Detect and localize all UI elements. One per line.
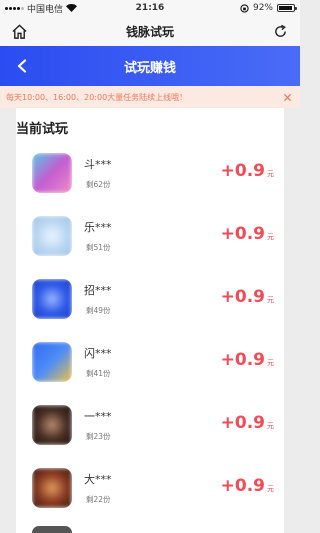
page-header: 试玩赚钱 — [0, 46, 300, 86]
app-icon — [32, 153, 72, 193]
app-name: 一*** — [84, 410, 112, 423]
reward-amount: +0.9 — [220, 350, 265, 370]
reward: +0.9 元 — [221, 350, 274, 370]
reward: +0.9 元 — [221, 224, 274, 244]
app-name: 乐*** — [84, 221, 112, 234]
app-remaining: 剩51份 — [86, 243, 111, 252]
wifi-icon — [66, 4, 78, 12]
app-remaining: 剩62份 — [86, 180, 111, 189]
reward-unit: 元 — [267, 485, 274, 493]
app-remaining: 剩49份 — [86, 306, 111, 315]
list-item[interactable]: 闪*** 剩41份 +0.9 元 — [16, 329, 284, 392]
page-title: 试玩赚钱 — [123, 60, 176, 76]
reward: +0.9 元 — [221, 476, 274, 496]
back-chevron-icon[interactable] — [10, 54, 34, 78]
reward-amount: +0.9 — [220, 224, 265, 244]
browser-bar: 钱脉试玩 — [0, 16, 300, 46]
reward-amount: +0.9 — [220, 413, 265, 433]
app-list: 斗*** 剩62份 +0.9 元 乐*** 剩51份 +0.9 元 招*** 剩49… — [16, 140, 284, 518]
reward-amount: +0.9 — [220, 287, 265, 307]
app-remaining: 剩41份 — [86, 369, 111, 378]
browser-title: 钱脉试玩 — [125, 24, 174, 39]
reward-unit: 元 — [267, 422, 274, 430]
app-name: 斗*** — [84, 158, 112, 171]
reward: +0.9 元 — [221, 161, 274, 181]
app-icon — [32, 279, 72, 319]
app-icon — [32, 342, 72, 382]
reward: +0.9 元 — [221, 413, 274, 433]
carrier-label: 中国电信 — [27, 4, 64, 15]
list-item[interactable]: 大*** 剩22份 +0.9 元 — [16, 455, 284, 518]
close-icon[interactable] — [280, 90, 294, 104]
app-icon — [32, 468, 72, 508]
signal-icon — [5, 6, 24, 10]
home-icon[interactable] — [9, 21, 29, 41]
orientation-lock-icon — [240, 3, 249, 13]
battery-percent: 92% — [252, 3, 273, 13]
app-remaining: 剩23份 — [86, 432, 111, 441]
list-item[interactable]: 斗*** 剩62份 +0.9 元 — [16, 140, 284, 203]
list-item[interactable]: 乐*** 剩51份 +0.9 元 — [16, 203, 284, 266]
battery-icon — [277, 4, 297, 12]
list-item[interactable]: 招*** 剩49份 +0.9 元 — [16, 266, 284, 329]
refresh-icon[interactable] — [271, 21, 291, 41]
app-name: 招*** — [84, 284, 112, 297]
app-remaining: 剩22份 — [86, 495, 111, 504]
reward-amount: +0.9 — [220, 476, 265, 496]
reward-unit: 元 — [267, 359, 274, 367]
notice-text: 每天10:00、16:00、20:00大量任务陆续上线哦！ — [6, 92, 188, 102]
notice-banner: 每天10:00、16:00、20:00大量任务陆续上线哦！ — [0, 86, 300, 108]
app-icon — [32, 405, 72, 445]
reward-unit: 元 — [267, 170, 274, 178]
app-name: 大*** — [84, 473, 112, 486]
reward-unit: 元 — [267, 233, 274, 241]
status-bar: 中国电信 21:16 92% — [0, 0, 300, 16]
reward-unit: 元 — [267, 296, 274, 304]
app-icon-partial — [32, 526, 72, 533]
reward: +0.9 元 — [221, 287, 274, 307]
reward-amount: +0.9 — [220, 161, 265, 181]
app-name: 闪*** — [84, 347, 112, 360]
app-icon — [32, 216, 72, 256]
section-title: 当前试玩 — [16, 122, 69, 137]
list-item[interactable]: 一*** 剩23份 +0.9 元 — [16, 392, 284, 455]
